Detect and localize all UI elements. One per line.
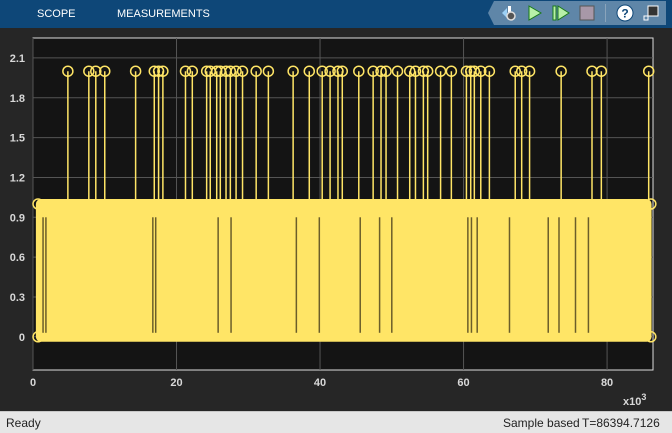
y-tick-label: 1.2 — [10, 172, 25, 184]
y-tick-label: 0.6 — [10, 252, 25, 264]
help-icon[interactable]: ? — [616, 4, 634, 22]
undock-icon[interactable] — [642, 4, 660, 22]
step-forward-icon[interactable] — [552, 4, 570, 22]
y-tick-label: 0 — [19, 332, 25, 344]
status-time: T=86394.7126 — [582, 416, 660, 430]
quick-toolbar: ? — [488, 1, 666, 25]
toolstrip: SCOPE MEASUREMENTS ? — [0, 0, 672, 28]
settings-icon[interactable] — [500, 4, 518, 22]
stop-icon[interactable] — [578, 4, 596, 22]
x-tick-label: 40 — [314, 377, 326, 389]
tab-measurements[interactable]: MEASUREMENTS — [117, 8, 210, 20]
x-tick-label: 60 — [457, 377, 469, 389]
run-icon[interactable] — [526, 4, 544, 22]
x-tick-label: 20 — [170, 377, 182, 389]
y-tick-label: 2.1 — [10, 53, 25, 65]
x-tick-label: 80 — [601, 377, 613, 389]
status-mode: Sample based — [503, 416, 580, 430]
svg-text:?: ? — [621, 7, 628, 21]
y-tick-label: 1.8 — [10, 93, 25, 105]
stem-plot[interactable]: 0 0.3 0.6 0.9 1.2 1.5 1.8 2.1 0 20 40 60 80 x103 — [0, 28, 672, 411]
toolbar-divider — [605, 4, 606, 22]
x-tick-label: 0 — [30, 377, 36, 389]
status-bar: Ready Sample based T=86394.7126 — [0, 411, 672, 433]
tab-scope[interactable]: SCOPE — [37, 8, 76, 20]
status-ready: Ready — [6, 416, 41, 430]
y-tick-label: 1.5 — [10, 133, 25, 145]
y-tick-label: 0.3 — [10, 292, 25, 304]
scope-display: 0 0.3 0.6 0.9 1.2 1.5 1.8 2.1 0 20 40 60 80 x103 — [0, 28, 672, 411]
y-tick-label: 0.9 — [10, 212, 25, 224]
x-exponent-label: x103 — [623, 392, 646, 408]
